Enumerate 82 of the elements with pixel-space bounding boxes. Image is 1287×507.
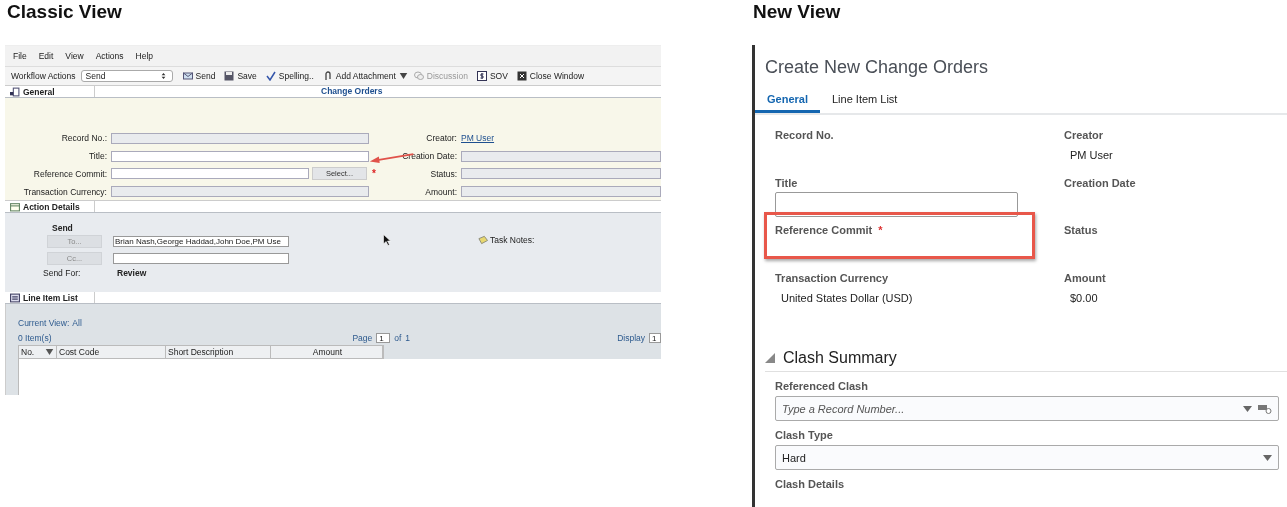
user-link[interactable]: PM User	[461, 133, 495, 144]
display-label: Display	[617, 332, 645, 343]
workflow-label: Workflow Actions	[11, 71, 76, 81]
field-label: Amount	[1064, 271, 1106, 284]
speech-bubbles-icon	[413, 71, 424, 81]
form-title: Change Orders	[321, 86, 383, 96]
field-value: PM User	[1069, 149, 1114, 161]
current-view-label: Current View:	[18, 318, 70, 328]
field-label: Creator	[1064, 129, 1104, 141]
input-field[interactable]	[775, 191, 1018, 217]
display-field[interactable]: 1	[649, 332, 661, 343]
dollar-icon	[476, 71, 487, 81]
select-field[interactable]: Hard	[775, 445, 1279, 470]
field-label: Creation Date	[1064, 176, 1136, 189]
dropdown-caret-icon	[1243, 405, 1252, 412]
column-header[interactable]: Amount	[271, 346, 383, 358]
page-label: Page	[352, 332, 373, 343]
field-label: Record No.	[775, 129, 834, 141]
note-icon	[478, 235, 488, 245]
current-view-value[interactable]: All	[72, 318, 82, 328]
send-heading: Send	[52, 223, 74, 233]
required-marker: *	[372, 168, 376, 180]
lookup-field[interactable]: Type a Record Number...	[775, 396, 1279, 421]
tab[interactable]: Line Item List	[819, 87, 910, 113]
field-label: Send For:	[42, 268, 82, 278]
collapse-triangle-icon[interactable]	[765, 353, 775, 363]
section-title: Clash Summary	[783, 349, 897, 367]
workflow-select[interactable]: Send	[80, 70, 173, 82]
required-marker: *	[878, 224, 883, 236]
of-label: of	[394, 332, 402, 343]
toolbar-button[interactable]: Save	[224, 71, 257, 81]
toolbar-button[interactable]: Send	[182, 71, 216, 81]
dropdown-caret-icon	[1263, 454, 1272, 461]
menu-item[interactable]: Edit	[38, 51, 54, 61]
item-count: 0 Item(s)	[18, 332, 53, 343]
tab[interactable]: General	[755, 87, 820, 113]
close-window-icon	[516, 71, 527, 81]
field-value: United States Dollar (USD)	[780, 291, 914, 304]
toolbar-button[interactable]: Spelling..	[265, 71, 314, 81]
toolbar-button[interactable]: Close Window	[516, 71, 585, 81]
input-field[interactable]	[111, 150, 369, 162]
field-label: Record No.:	[60, 133, 108, 144]
task-notes-label: Task Notes:	[490, 235, 535, 245]
view-heading: Classic View	[7, 1, 123, 24]
page-field[interactable]: 1	[376, 332, 391, 343]
cursor-icon	[383, 234, 391, 246]
field-label: Referenced Clash	[775, 380, 869, 392]
menu-item[interactable]: File	[13, 51, 27, 61]
field-label: Reference Commit:	[32, 168, 108, 179]
sort-caret-icon	[45, 349, 54, 355]
field-value: $0.00	[1069, 291, 1099, 304]
column-header[interactable]: Cost Code	[57, 346, 166, 358]
field-label: Creation Date:	[401, 151, 458, 162]
field-label: Transaction Currency:	[22, 186, 108, 197]
field-label: Clash Type	[775, 429, 834, 441]
field-label: Status:	[429, 168, 458, 179]
page-title: Create New Change Orders	[765, 57, 990, 79]
menu-item[interactable]: Actions	[95, 51, 124, 61]
field-label: Clash Details	[775, 478, 846, 490]
field-label: Title	[775, 176, 798, 189]
field-label: Status	[1064, 224, 1098, 236]
field-label: Transaction Currency	[775, 271, 889, 284]
column-header[interactable]: No.	[19, 346, 57, 358]
view-heading: New View	[753, 1, 842, 24]
field-label: Reference Commit	[775, 224, 873, 236]
envelope-icon	[182, 71, 193, 81]
column-header[interactable]: Short Description	[166, 346, 271, 358]
menu-item[interactable]: View	[65, 51, 84, 61]
field-label: Amount:	[424, 186, 458, 197]
field-label: Creator:	[425, 133, 458, 144]
menu-item[interactable]: Help	[135, 51, 153, 61]
input-field[interactable]	[111, 168, 309, 180]
toolbar-button[interactable]: Add Attachment	[322, 71, 396, 81]
field-label: Title:	[87, 151, 108, 162]
toolbar-button[interactable]: SOV	[476, 71, 508, 81]
page-total: 1	[405, 332, 411, 343]
field-value: Review	[117, 268, 147, 278]
lookup-icon	[1258, 403, 1272, 414]
spell-check-icon	[265, 71, 276, 81]
cc-field[interactable]	[113, 253, 289, 264]
recipients-field[interactable]: Brian Nash,George Haddad,John Doe,PM Use	[113, 236, 289, 247]
record-number-input[interactable]: Type a Record Number...	[782, 402, 1237, 415]
